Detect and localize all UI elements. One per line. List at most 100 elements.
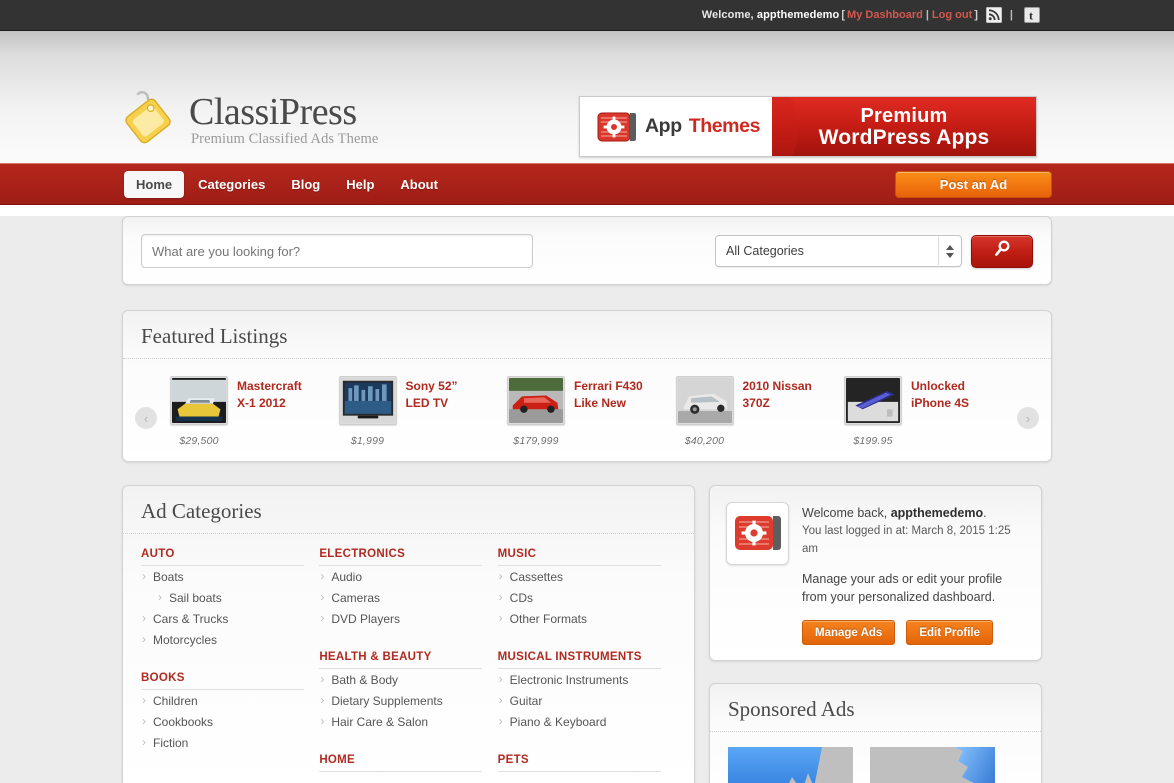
category-heading-books[interactable]: BOOKS: [141, 672, 304, 690]
category-group: HOME: [319, 754, 497, 772]
site-header: ClassiPress Premium Classified Ads Theme: [0, 31, 1174, 163]
category-group: ELECTRONICS Audio Cameras DVD Players: [319, 548, 497, 629]
category-group: MUSICAL INSTRUMENTS Electronic Instrumen…: [498, 651, 676, 732]
sponsored-ads-panel: Sponsored Ads Advertise: [709, 683, 1042, 783]
my-dashboard-link[interactable]: My Dashboard: [847, 9, 923, 21]
category-item[interactable]: Cameras: [319, 587, 497, 608]
listing-price: $29,500: [170, 435, 228, 447]
category-item[interactable]: Boats: [141, 566, 319, 587]
category-item[interactable]: Audio: [319, 566, 497, 587]
category-column: MUSIC Cassettes CDs Other Formats MUSICA…: [498, 548, 676, 783]
sponsored-ad-slot[interactable]: Advertise: [870, 747, 995, 783]
category-item[interactable]: Motorcycles: [141, 629, 319, 650]
category-item[interactable]: Cookbooks: [141, 711, 319, 732]
username-label: appthemedemo: [757, 9, 840, 21]
category-heading-music[interactable]: MUSIC: [498, 548, 661, 566]
category-item[interactable]: Hair Care & Salon: [319, 711, 497, 732]
listing-thumbnail[interactable]: [676, 376, 734, 425]
search-input[interactable]: [141, 234, 533, 268]
featured-listings-heading: Featured Listings: [123, 311, 1051, 359]
appthemes-banner-ad[interactable]: AppThemes Premium WordPress Apps: [579, 96, 1037, 157]
listing-title-line1[interactable]: Unlocked: [911, 378, 969, 395]
featured-listings-panel: Featured Listings ‹: [122, 310, 1052, 462]
nav-menu: Home Categories Blog Help About: [122, 171, 450, 198]
listing-thumbnail[interactable]: [844, 376, 902, 425]
listing-price: $179,999: [507, 435, 565, 447]
nav-item-categories[interactable]: Categories: [186, 171, 277, 198]
category-item-sub[interactable]: Sail boats: [141, 587, 319, 608]
category-heading-electronics[interactable]: ELECTRONICS: [319, 548, 482, 566]
category-select-value: All Categories: [716, 244, 804, 258]
nav-item-help[interactable]: Help: [334, 171, 386, 198]
listing-thumbnail[interactable]: [507, 376, 565, 425]
category-item[interactable]: Other Formats: [498, 608, 676, 629]
carousel-prev-button[interactable]: ‹: [135, 407, 157, 429]
category-heading-home[interactable]: HOME: [319, 754, 482, 772]
category-heading-auto[interactable]: AUTO: [141, 548, 304, 566]
category-item[interactable]: Bath & Body: [319, 669, 497, 690]
gear-banner-icon: [596, 110, 638, 144]
listing-title-line1[interactable]: Sony 52”: [406, 378, 458, 395]
category-item[interactable]: DVD Players: [319, 608, 497, 629]
listing-thumbnail[interactable]: [339, 376, 397, 425]
post-an-ad-button[interactable]: Post an Ad: [895, 171, 1052, 198]
listing-title-line2[interactable]: 370Z: [743, 395, 812, 412]
search-submit-button[interactable]: [971, 235, 1033, 268]
carousel-next-button[interactable]: ›: [1017, 407, 1039, 429]
category-select[interactable]: All Categories: [715, 235, 962, 267]
featured-item[interactable]: $179,999 Ferrari F430 Like New: [507, 376, 667, 447]
sponsored-ad-slot[interactable]: Advertise: [728, 747, 853, 783]
category-item[interactable]: Cars & Trucks: [141, 608, 319, 629]
category-column: AUTO Boats Sail boats Cars & Trucks Moto…: [141, 548, 319, 783]
chevron-up-icon: [946, 245, 954, 250]
category-item[interactable]: Guitar: [498, 690, 676, 711]
banner-headline-line2: WordPress Apps: [819, 127, 990, 149]
bracket-open: [: [841, 9, 845, 21]
category-item[interactable]: Dietary Supplements: [319, 690, 497, 711]
category-item[interactable]: Cassettes: [498, 566, 676, 587]
select-stepper-arrows[interactable]: [938, 237, 960, 265]
listing-title-line2[interactable]: Like New: [574, 395, 643, 412]
featured-item[interactable]: $40,200 2010 Nissan 370Z: [676, 376, 836, 447]
ad-categories-panel: Ad Categories AUTO Boats Sail boats Cars…: [122, 485, 695, 783]
site-logo[interactable]: ClassiPress Premium Classified Ads Theme: [118, 87, 378, 149]
listing-title-line2[interactable]: iPhone 4S: [911, 395, 969, 412]
category-item[interactable]: Piano & Keyboard: [498, 711, 676, 732]
logo-title: ClassiPress: [189, 92, 378, 132]
category-group: BOOKS Children Cookbooks Fiction: [141, 672, 319, 753]
nav-item-blog[interactable]: Blog: [279, 171, 332, 198]
category-item[interactable]: Electronic Instruments: [498, 669, 676, 690]
listing-thumbnail[interactable]: [170, 376, 228, 425]
icon-separator: |: [1010, 9, 1013, 21]
nav-item-about[interactable]: About: [388, 171, 450, 198]
rss-icon[interactable]: [986, 7, 1002, 23]
main-navigation-bar: Home Categories Blog Help About Post an …: [0, 163, 1174, 205]
manage-ads-button[interactable]: Manage Ads: [802, 620, 895, 645]
featured-item[interactable]: $29,500 Mastercraft X-1 2012: [170, 376, 330, 447]
category-item[interactable]: Children: [141, 690, 319, 711]
last-login-text: You last logged in at: March 8, 2015 1:2…: [802, 522, 1025, 558]
category-heading-musical-instruments[interactable]: MUSICAL INSTRUMENTS: [498, 651, 661, 669]
category-group: AUTO Boats Sail boats Cars & Trucks Moto…: [141, 548, 319, 650]
category-item[interactable]: CDs: [498, 587, 676, 608]
twitter-icon[interactable]: t: [1024, 7, 1040, 23]
featured-item[interactable]: $199.95 Unlocked iPhone 4S: [844, 376, 1004, 447]
listing-title-line2[interactable]: X-1 2012: [237, 395, 302, 412]
category-heading-health-beauty[interactable]: HEALTH & BEAUTY: [319, 651, 482, 669]
appthemes-gear-icon: [726, 502, 789, 565]
featured-item[interactable]: $1,999 Sony 52” LED TV: [339, 376, 499, 447]
banner-headline: Premium WordPress Apps: [772, 97, 1036, 156]
listing-title-line2[interactable]: LED TV: [406, 395, 458, 412]
listing-title-line1[interactable]: Mastercraft: [237, 378, 302, 395]
nav-item-home[interactable]: Home: [124, 171, 184, 198]
dashboard-description: Manage your ads or edit your profile fro…: [802, 570, 1025, 606]
log-out-link[interactable]: Log out: [932, 9, 972, 21]
chevron-down-icon: [946, 253, 954, 258]
edit-profile-button[interactable]: Edit Profile: [906, 620, 993, 645]
category-group: MUSIC Cassettes CDs Other Formats: [498, 548, 676, 629]
ad-categories-heading: Ad Categories: [123, 486, 694, 534]
listing-title-line1[interactable]: 2010 Nissan: [743, 378, 812, 395]
category-heading-pets[interactable]: PETS: [498, 754, 661, 772]
category-item[interactable]: Fiction: [141, 732, 319, 753]
listing-title-line1[interactable]: Ferrari F430: [574, 378, 643, 395]
